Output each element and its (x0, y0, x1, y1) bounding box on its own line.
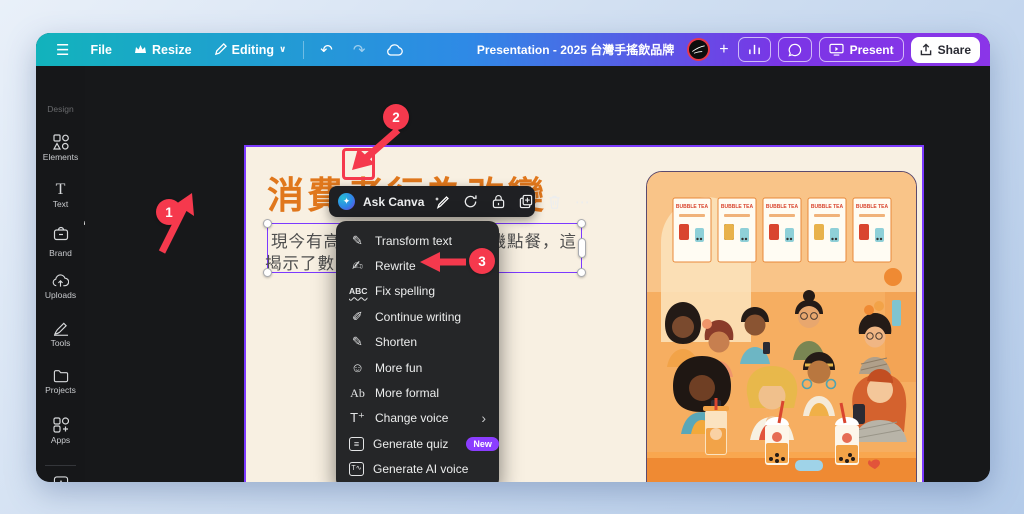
comment-bubble-icon (788, 43, 802, 57)
generate-ai-voice-icon: T∿ (349, 462, 364, 476)
menu-item-fix-spelling[interactable]: ABC Fix spelling (336, 279, 499, 304)
apps-grid-icon (53, 417, 69, 433)
menu-item-transform-text[interactable]: ✎ Transform text (336, 228, 499, 253)
continue-writing-icon: ✐ (349, 309, 366, 325)
bar-chart-icon (748, 43, 761, 56)
menu-item-continue-writing[interactable]: ✐ Continue writing (336, 304, 499, 329)
editing-mode-menu[interactable]: Editing ∨ (205, 39, 296, 61)
body-text-line2: 揭示了數 (265, 250, 335, 274)
bubble-tea-shop-illustration[interactable]: BUBBLE TEA BUBBLE TEA BUBBLE TEA BUBBLE … (646, 171, 917, 482)
sidebar-item-tools[interactable]: Tools (36, 321, 85, 348)
top-menu-bar: ☰ File Resize Editing ∨ ↶ ↷ (36, 33, 990, 66)
cloud-save-icon[interactable] (377, 39, 413, 61)
resize-handle-top-left[interactable] (263, 219, 272, 228)
rewrite-icon: ✍ (349, 258, 366, 274)
hamburger-menu-icon[interactable]: ☰ (48, 39, 77, 61)
resize-handle-bottom-right[interactable] (577, 268, 586, 277)
element-floating-toolbar: ✦ Ask Canva (329, 186, 535, 217)
present-button[interactable]: Present (819, 37, 904, 62)
svg-text:BUBBLE TEA: BUBBLE TEA (676, 204, 709, 210)
canva-ai-logo: ✦ (338, 193, 355, 210)
redo-button[interactable]: ↷ (345, 41, 374, 59)
resize-handle-right[interactable] (578, 238, 586, 258)
menu-item-generate-quiz[interactable]: ≡ Generate quiz New (336, 431, 499, 456)
file-menu[interactable]: File (81, 39, 121, 61)
chevron-down-icon: ∨ (279, 44, 286, 55)
pencil-icon (214, 43, 227, 56)
lock-button[interactable] (488, 194, 508, 209)
comments-button[interactable] (778, 37, 812, 62)
menu-item-shorten[interactable]: ✎ Shorten (336, 330, 499, 355)
ask-canva-button[interactable]: Ask Canva (363, 195, 424, 209)
sidebar-item-projects[interactable]: Projects (36, 369, 85, 395)
generate-quiz-icon: ≡ (349, 437, 364, 451)
more-formal-icon: Ab (349, 386, 366, 401)
canva-app-window: ☰ File Resize Editing ∨ ↶ ↷ (36, 33, 990, 482)
tools-pen-icon (53, 321, 69, 336)
transform-text-icon: ✎ (349, 233, 366, 249)
magic-write-context-menu: ✎ Transform text ✍ Rewrite ABC Fix spell… (336, 221, 499, 482)
body-text-line1-left: 現今有高 (271, 228, 341, 252)
resize-menu[interactable]: Resize (125, 39, 201, 61)
regenerate-button[interactable] (460, 194, 480, 209)
menu-item-more-formal[interactable]: Ab More formal (336, 381, 499, 406)
share-button[interactable]: Share (911, 37, 980, 63)
svg-text:BUBBLE TEA: BUBBLE TEA (811, 204, 844, 210)
text-icon: T (36, 182, 85, 197)
magic-write-button[interactable] (432, 194, 452, 210)
menu-item-change-voice[interactable]: T⁺ Change voice › (336, 406, 499, 431)
folder-icon (53, 369, 69, 383)
sidebar-item-elements[interactable]: Elements (36, 134, 85, 162)
magic-media-icon (53, 475, 69, 482)
sidebar-item-text[interactable]: T Text (36, 182, 85, 209)
fix-spelling-icon: ABC (349, 286, 366, 296)
sidebar-item-design[interactable]: Design (36, 102, 85, 114)
document-title[interactable]: Presentation - 2025 台灣手搖飲品牌 (477, 41, 674, 58)
elements-icon (53, 134, 69, 150)
sidebar-item-uploads[interactable]: Uploads (36, 273, 85, 300)
sidebar-item-magic-media[interactable]: Magic Media (36, 475, 85, 482)
sidebar-item-brand[interactable]: Brand (36, 226, 85, 258)
upload-cloud-icon (52, 273, 69, 288)
menu-item-generate-ai-voice[interactable]: T∿ Generate AI voice (336, 457, 499, 482)
brand-kit-icon (53, 226, 69, 241)
left-sidebar: Design Elements T Text Brand Uploads (36, 66, 85, 482)
avatar[interactable] (687, 38, 710, 61)
resize-handle-top-right[interactable] (577, 219, 586, 228)
crown-icon (134, 44, 147, 55)
menu-posters: BUBBLE TEA BUBBLE TEA BUBBLE TEA BUBBLE … (673, 198, 891, 262)
screenshot-root: ☰ File Resize Editing ∨ ↶ ↷ (0, 0, 1024, 514)
present-screen-icon (829, 43, 844, 56)
svg-text:BUBBLE TEA: BUBBLE TEA (721, 204, 754, 210)
delete-button[interactable] (544, 194, 564, 209)
svg-text:BUBBLE TEA: BUBBLE TEA (766, 204, 799, 210)
sidebar-item-apps[interactable]: Apps (36, 417, 85, 445)
divider (303, 41, 304, 59)
new-badge: New (466, 437, 499, 451)
smiley-icon: ☺ (349, 360, 366, 375)
duplicate-button[interactable] (516, 194, 536, 209)
change-voice-icon: T⁺ (349, 410, 366, 426)
menu-item-rewrite[interactable]: ✍ Rewrite (336, 254, 499, 279)
submenu-chevron-icon: › (481, 410, 486, 426)
add-member-button[interactable]: + (717, 41, 730, 59)
insights-button[interactable] (738, 37, 771, 62)
share-upload-icon (920, 43, 932, 56)
shorten-icon: ✎ (349, 334, 366, 350)
sidebar-divider (45, 465, 76, 466)
svg-text:BUBBLE TEA: BUBBLE TEA (856, 204, 889, 210)
design-canvas: 消費者行為改變 現今有高 手機點餐，這 揭示了數 ✦ Ask Canva (85, 66, 990, 482)
slide-page[interactable]: 消費者行為改變 現今有高 手機點餐，這 揭示了數 ✦ Ask Canva (244, 145, 924, 482)
undo-button[interactable]: ↶ (312, 41, 341, 59)
more-options-button[interactable]: ⋯ (572, 193, 592, 211)
menu-item-more-fun[interactable]: ☺ More fun (336, 355, 499, 380)
resize-handle-bottom-left[interactable] (263, 268, 272, 277)
